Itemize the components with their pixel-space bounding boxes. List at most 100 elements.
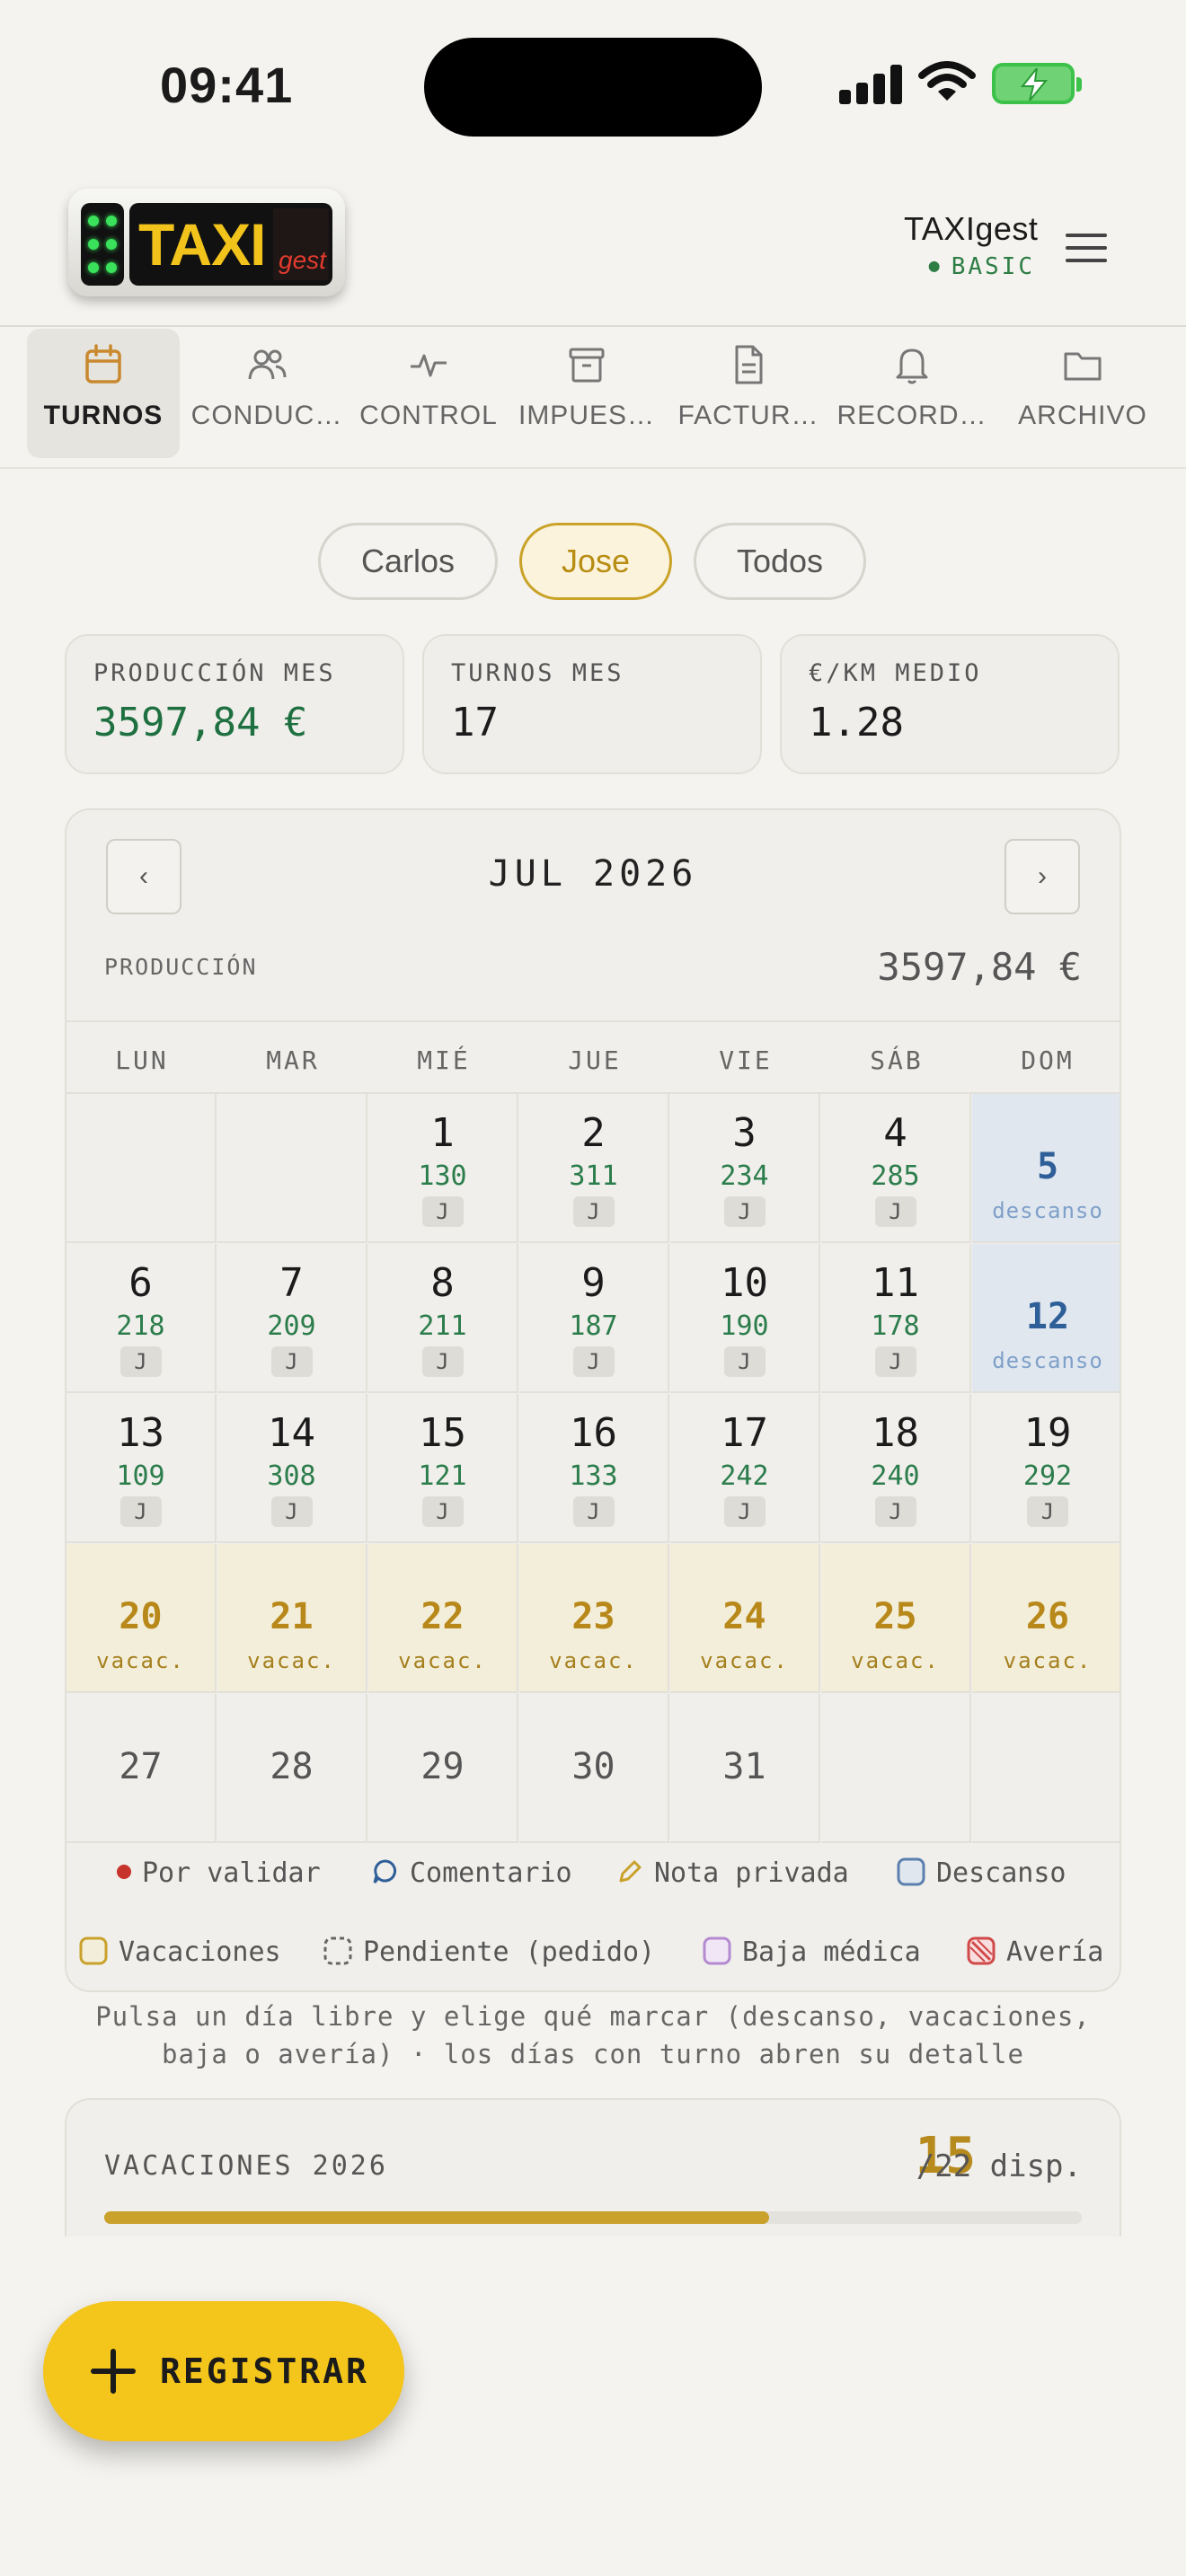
day-km: 308 [267,1460,316,1492]
vacations-total: /22 disp. [916,2148,1082,2184]
next-month-button[interactable]: › [1005,839,1080,914]
calendar-day-28[interactable]: 28 [217,1694,367,1843]
status-bar: 09:41 [0,0,1186,171]
shift-badge: J [421,1496,464,1527]
calendar-day-8[interactable]: 8 211 J [368,1244,518,1393]
calendar-day-23[interactable]: 23 vacac. [519,1544,669,1693]
pending-swatch-icon [323,1936,352,1964]
hamburger-menu-icon[interactable] [1066,230,1111,266]
shift-badge: J [572,1496,615,1527]
shift-badge: J [1027,1496,1068,1527]
month-calendar: ‹ JUL 2026 › PRODUCCIÓN 3597,84 € LUN MA… [65,808,1121,1992]
day-number: 8 [430,1260,455,1306]
calendar-day-4[interactable]: 4 285 J [821,1094,971,1243]
calendar-day-2[interactable]: 2 311 J [519,1094,669,1243]
calendar-day-1[interactable]: 1 130 J [368,1094,518,1243]
day-km: 311 [569,1160,618,1192]
calendar-day-25[interactable]: 25 vacac. [821,1544,971,1693]
weekday-label: JUE [568,1045,622,1075]
day-km: 121 [418,1460,467,1492]
calendar-day-21[interactable]: 21 vacac. [217,1544,367,1693]
day-status: descanso [992,1198,1103,1223]
day-number: 17 [721,1410,768,1456]
status-time: 09:41 [160,57,294,113]
weekday-label: LUN [115,1045,169,1075]
calendar-day-10[interactable]: 10 190 J [670,1244,820,1393]
tab-archivo[interactable]: ARCHIVO [1006,329,1159,458]
day-number: 31 [722,1746,766,1787]
shift-badge: J [723,1346,766,1377]
shift-badge: J [723,1496,766,1527]
logo-text: TAXI [138,211,266,278]
day-number: 6 [128,1260,153,1306]
day-number: 28 [270,1746,314,1787]
dot-icon [117,1864,131,1879]
day-number: 4 [883,1110,907,1156]
calendar-day-15[interactable]: 15 121 J [368,1394,518,1543]
stat-card-eur-km: €/KM MEDIO 1.28 [780,634,1120,774]
rest-swatch-icon [897,1857,925,1885]
calendar-day-5[interactable]: 5 descanso [972,1094,1120,1243]
calendar-day-16[interactable]: 16 133 J [519,1394,669,1543]
calendar-day-18[interactable]: 18 240 J [821,1394,971,1543]
calendar-day-27[interactable]: 27 [66,1694,217,1843]
signal-icon [839,63,902,104]
taxigest-logo[interactable]: TAXI gest [68,189,345,296]
legend-item: Avería [967,1936,1103,1968]
battery-icon [992,63,1082,104]
day-number: 25 [873,1596,917,1637]
calendar-day-3[interactable]: 3 234 J [670,1094,820,1243]
day-km: 209 [267,1310,316,1342]
calendar-day-19[interactable]: 19 292 J [972,1394,1120,1543]
day-status: vacac. [398,1648,487,1673]
shift-badge: J [874,1496,916,1527]
calendar-day-14[interactable]: 14 308 J [217,1394,367,1543]
calendar-day-7[interactable]: 7 209 J [217,1244,367,1393]
calendar-day-13[interactable]: 13 109 J [66,1394,217,1543]
archive-box-icon [569,348,605,383]
calendar-day-17[interactable]: 17 242 J [670,1394,820,1543]
calendar-day-29[interactable]: 29 [368,1694,518,1843]
calendar-day-12[interactable]: 12 descanso [972,1244,1120,1393]
shift-badge: J [270,1346,313,1377]
shift-badge: J [572,1346,615,1377]
day-number: 24 [722,1596,766,1637]
day-number: 2 [581,1110,606,1156]
tab-control[interactable]: CONTROL [352,329,505,458]
legend-item: Comentario [372,1857,572,1889]
activity-icon [411,354,447,377]
calendar-day-9[interactable]: 9 187 J [519,1244,669,1393]
calendar-day-22[interactable]: 22 vacac. [368,1544,518,1693]
calendar-day-24[interactable]: 24 vacac. [670,1544,820,1693]
tab-turnos[interactable]: TURNOS [27,329,180,458]
register-button[interactable]: REGISTRAR [43,2301,404,2441]
shift-badge: J [270,1496,313,1527]
legend-item: Nota privada [616,1857,849,1889]
calendar-day-31[interactable]: 31 [670,1694,820,1843]
main-tab-bar: TURNOS CONDUC… CONTROL IMPUES… FACTUR… R… [0,329,1186,469]
driver-chip-carlos[interactable]: Carlos [318,523,498,600]
calendar-day-11[interactable]: 11 178 J [821,1244,971,1393]
calendar-day-6[interactable]: 6 218 J [66,1244,217,1393]
tab-impuestos[interactable]: IMPUES… [510,329,663,458]
tab-recordatorios[interactable]: RECORD… [836,329,988,458]
legend-item: Por validar [117,1857,321,1889]
tab-facturas[interactable]: FACTUR… [672,329,825,458]
dynamic-island [424,38,762,137]
wifi-icon [918,61,976,101]
day-km: 234 [720,1160,769,1192]
shift-badge: J [119,1346,162,1377]
stat-value: 1.28 [809,700,904,745]
tab-conductores[interactable]: CONDUC… [190,329,343,458]
calendar-day-26[interactable]: 26 vacac. [972,1544,1120,1693]
account-info: TAXIgest BASIC [904,210,1038,280]
driver-chip-todos[interactable]: Todos [694,523,866,600]
driver-chip-jose[interactable]: Jose [519,523,672,600]
calendar-day-20[interactable]: 20 vacac. [66,1544,217,1693]
calendar-day-30[interactable]: 30 [519,1694,669,1843]
day-status: vacac. [851,1648,940,1673]
legend-item: Baja médica [703,1936,921,1968]
calendar-hint: Pulsa un día libre y elige qué marcar (d… [95,2001,1091,2069]
day-number: 13 [117,1410,164,1456]
calendar-icon [85,344,121,384]
